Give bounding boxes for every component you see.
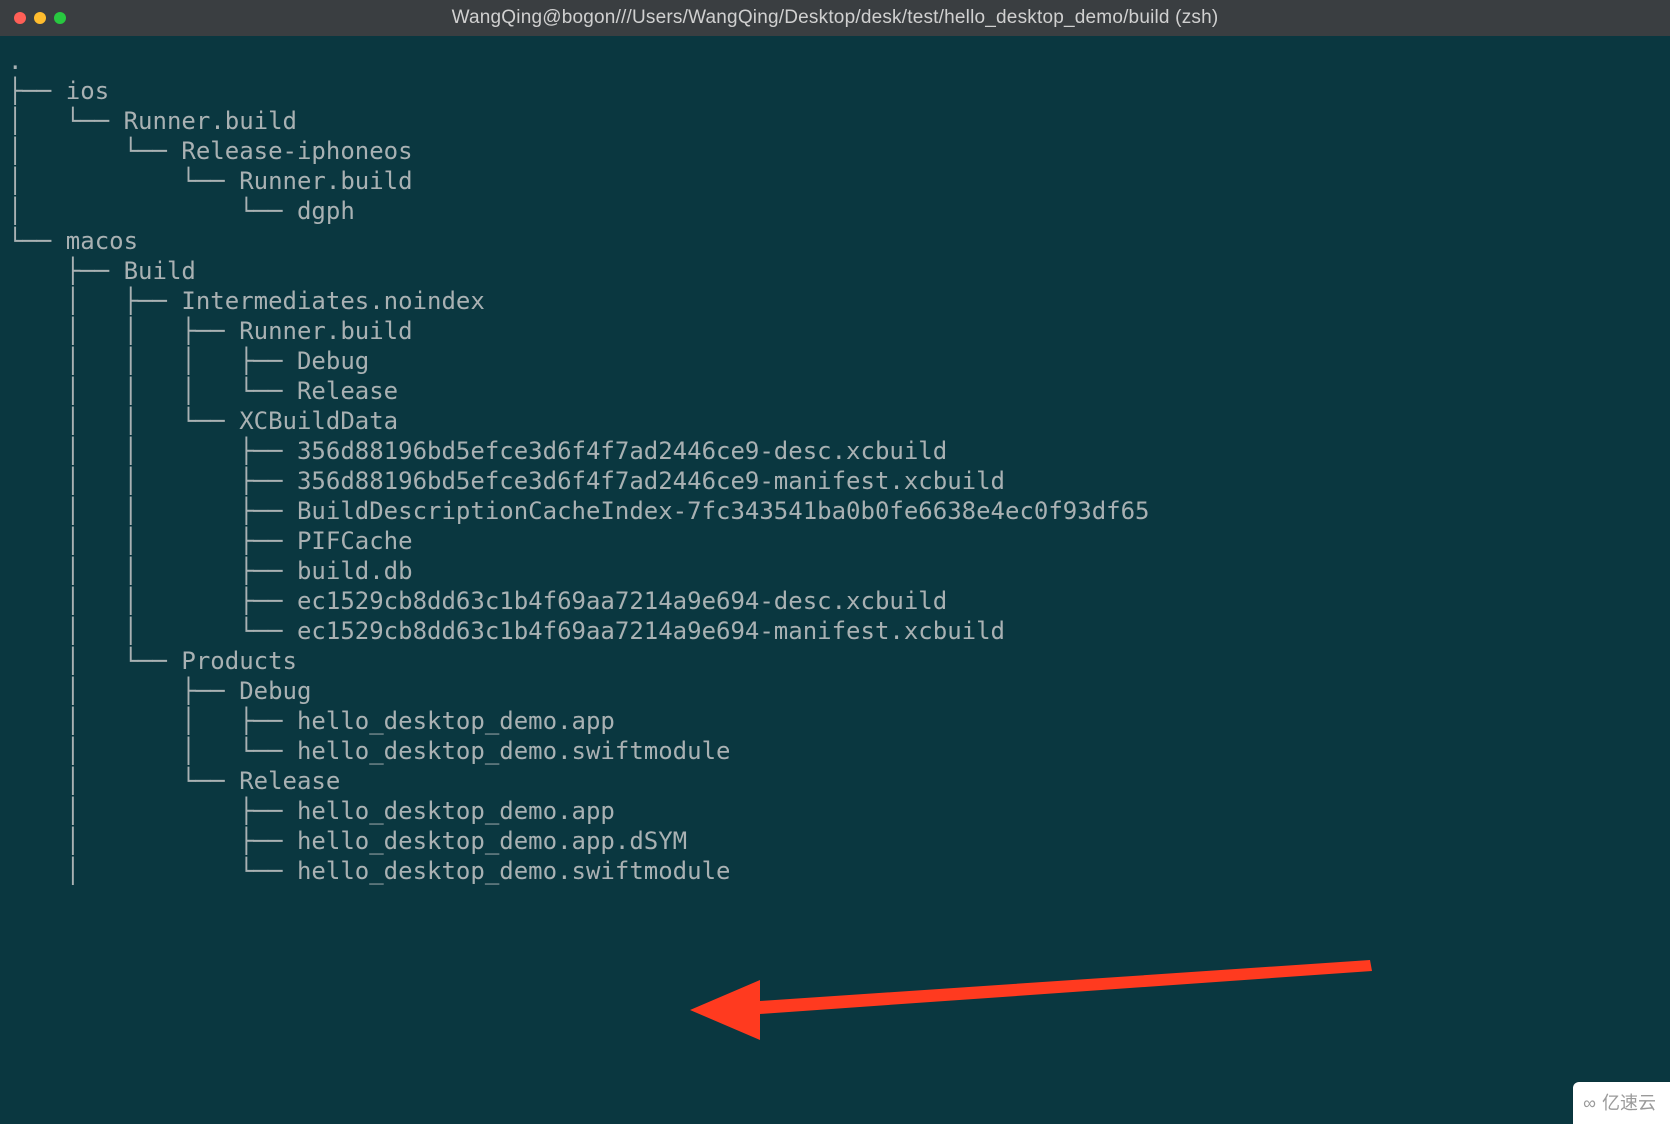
tree-line-text: │ └── Release bbox=[8, 767, 340, 795]
watermark: ∞ 亿速云 bbox=[1573, 1082, 1670, 1124]
tree-line: │ │ └── ec1529cb8dd63c1b4f69aa7214a9e694… bbox=[8, 616, 1662, 646]
close-icon[interactable] bbox=[14, 12, 26, 24]
tree-line-text: │ │ └── hello_desktop_demo.swiftmodule bbox=[8, 737, 730, 765]
terminal-output[interactable]: .├── ios│ └── Runner.build│ └── Release-… bbox=[0, 36, 1670, 894]
tree-line: │ └── hello_desktop_demo.swiftmodule bbox=[8, 856, 1662, 886]
tree-line-text: │ │ ├── 356d88196bd5efce3d6f4f7ad2446ce9… bbox=[8, 437, 947, 465]
minimize-icon[interactable] bbox=[34, 12, 46, 24]
tree-line: │ │ └── XCBuildData bbox=[8, 406, 1662, 436]
tree-line-text: │ └── dgph bbox=[8, 197, 355, 225]
zoom-icon[interactable] bbox=[54, 12, 66, 24]
tree-line: │ │ │ └── Release bbox=[8, 376, 1662, 406]
tree-line-text: │ ├── Intermediates.noindex bbox=[8, 287, 485, 315]
tree-line: │ │ ├── PIFCache bbox=[8, 526, 1662, 556]
tree-line-text: └── macos bbox=[8, 227, 138, 255]
tree-line: │ ├── Intermediates.noindex bbox=[8, 286, 1662, 316]
window-title: WangQing@bogon///Users/WangQing/Desktop/… bbox=[0, 3, 1670, 33]
tree-line: │ ├── Debug bbox=[8, 676, 1662, 706]
tree-line: ├── Build bbox=[8, 256, 1662, 286]
tree-line-text: │ ├── hello_desktop_demo.app.dSYM bbox=[8, 827, 687, 855]
tree-line: │ │ ├── build.db bbox=[8, 556, 1662, 586]
tree-line-text: │ └── hello_desktop_demo.swiftmodule bbox=[8, 857, 730, 885]
tree-line: │ ├── hello_desktop_demo.app.dSYM bbox=[8, 826, 1662, 856]
tree-line-text: │ └── Runner.build bbox=[8, 167, 413, 195]
tree-line: │ │ ├── hello_desktop_demo.app bbox=[8, 706, 1662, 736]
tree-line-text: │ │ └── XCBuildData bbox=[8, 407, 398, 435]
tree-line-text: │ │ │ ├── Debug bbox=[8, 347, 369, 375]
tree-line-text: │ └── Release-iphoneos bbox=[8, 137, 413, 165]
tree-line-text: │ ├── Debug bbox=[8, 677, 311, 705]
tree-line: │ │ ├── BuildDescriptionCacheIndex-7fc34… bbox=[8, 496, 1662, 526]
tree-line: │ └── Runner.build bbox=[8, 106, 1662, 136]
tree-line-text: ├── Build bbox=[8, 257, 196, 285]
window-titlebar: WangQing@bogon///Users/WangQing/Desktop/… bbox=[0, 0, 1670, 36]
tree-line: │ │ │ ├── Debug bbox=[8, 346, 1662, 376]
tree-line: │ └── Release bbox=[8, 766, 1662, 796]
traffic-lights bbox=[14, 12, 66, 24]
infinity-icon: ∞ bbox=[1583, 1088, 1596, 1118]
watermark-text: 亿速云 bbox=[1602, 1088, 1656, 1118]
tree-line-text: │ │ ├── 356d88196bd5efce3d6f4f7ad2446ce9… bbox=[8, 467, 1005, 495]
tree-line-text: │ │ ├── hello_desktop_demo.app bbox=[8, 707, 615, 735]
tree-line-text: ├── ios bbox=[8, 77, 109, 105]
tree-line-text: │ │ ├── build.db bbox=[8, 557, 413, 585]
tree-line-text: │ └── Runner.build bbox=[8, 107, 297, 135]
tree-line-text: │ │ ├── Runner.build bbox=[8, 317, 413, 345]
tree-line: │ │ ├── 356d88196bd5efce3d6f4f7ad2446ce9… bbox=[8, 466, 1662, 496]
tree-line: └── macos bbox=[8, 226, 1662, 256]
tree-line-text: │ ├── hello_desktop_demo.app bbox=[8, 797, 615, 825]
tree-line: │ │ ├── Runner.build bbox=[8, 316, 1662, 346]
tree-line-text: │ │ │ └── Release bbox=[8, 377, 398, 405]
tree-line: │ ├── hello_desktop_demo.app bbox=[8, 796, 1662, 826]
tree-line-text: │ │ ├── BuildDescriptionCacheIndex-7fc34… bbox=[8, 497, 1150, 525]
tree-line: │ └── dgph bbox=[8, 196, 1662, 226]
tree-line: │ └── Products bbox=[8, 646, 1662, 676]
tree-line: │ │ ├── 356d88196bd5efce3d6f4f7ad2446ce9… bbox=[8, 436, 1662, 466]
tree-line-text: │ │ └── ec1529cb8dd63c1b4f69aa7214a9e694… bbox=[8, 617, 1005, 645]
tree-line: │ │ └── hello_desktop_demo.swiftmodule bbox=[8, 736, 1662, 766]
annotation-arrow-icon bbox=[690, 955, 1390, 1045]
tree-line-text: . bbox=[8, 47, 22, 75]
tree-line-text: │ │ ├── PIFCache bbox=[8, 527, 413, 555]
tree-line: │ │ ├── ec1529cb8dd63c1b4f69aa7214a9e694… bbox=[8, 586, 1662, 616]
tree-line-text: │ │ ├── ec1529cb8dd63c1b4f69aa7214a9e694… bbox=[8, 587, 947, 615]
tree-line: │ └── Release-iphoneos bbox=[8, 136, 1662, 166]
tree-line: ├── ios bbox=[8, 76, 1662, 106]
tree-line: . bbox=[8, 46, 1662, 76]
tree-line: │ └── Runner.build bbox=[8, 166, 1662, 196]
tree-line-text: │ └── Products bbox=[8, 647, 297, 675]
